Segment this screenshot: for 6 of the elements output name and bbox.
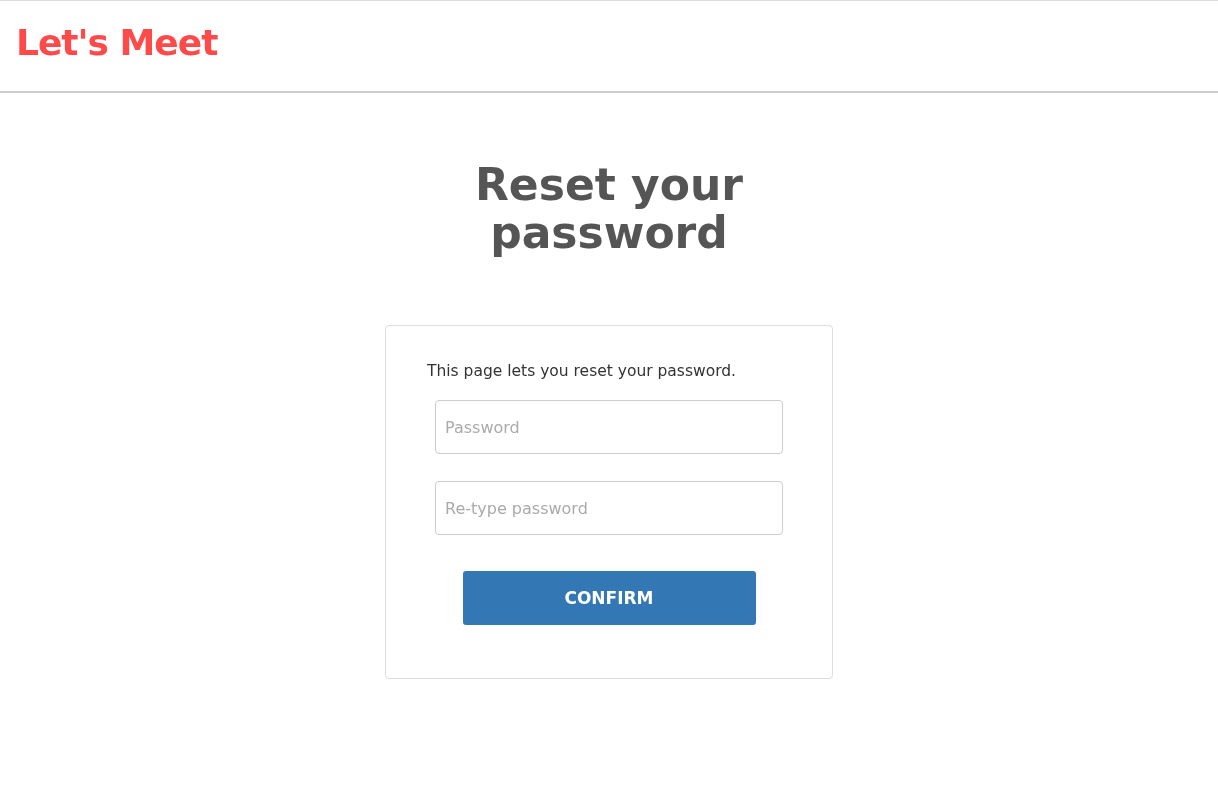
intro-text: This page lets you reset your password.	[427, 361, 737, 382]
password-field[interactable]: Password	[435, 400, 783, 454]
confirm-button[interactable]: CONFIRM	[462, 571, 756, 625]
logo[interactable]: Let's Meet	[16, 21, 218, 63]
page-title: Reset your password	[473, 161, 744, 257]
password-field[interactable]: Re-type password	[435, 481, 783, 535]
